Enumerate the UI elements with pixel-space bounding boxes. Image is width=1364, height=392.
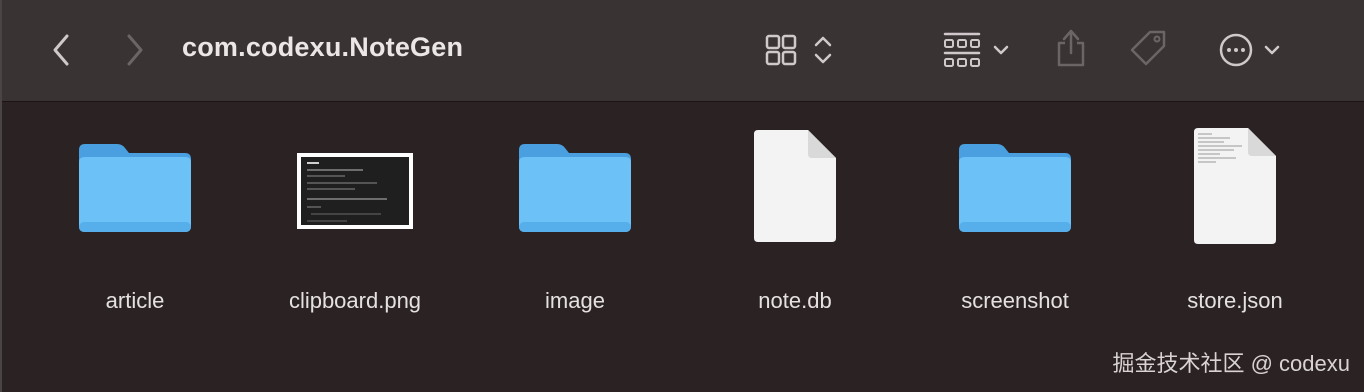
watermark: 掘金技术社区 @ codexu [1112, 351, 1351, 376]
tag-icon [1130, 30, 1166, 66]
toolbar: com.codexu.NoteGen [2, 0, 1364, 102]
back-button[interactable] [42, 30, 82, 70]
grid-view-icon [765, 34, 797, 66]
chevron-left-icon [53, 34, 69, 66]
text-document-icon [1194, 128, 1276, 244]
chevron-down-icon [1264, 45, 1280, 55]
file-name: clipboard.png [288, 288, 422, 313]
file-name: note.db [758, 288, 832, 313]
file-item-note-db[interactable]: note.db [695, 116, 895, 316]
file-item-clipboard[interactable]: clipboard.png [255, 116, 455, 316]
file-item-store-json[interactable]: store.json [1135, 116, 1335, 316]
group-by-button[interactable] [936, 26, 1016, 74]
more-icon [1219, 33, 1253, 67]
file-item-screenshot[interactable]: screenshot [915, 116, 1115, 316]
group-by-icon [943, 32, 981, 67]
image-thumbnail [297, 153, 413, 229]
window-title: com.codexu.NoteGen [182, 32, 464, 62]
share-icon [1057, 29, 1085, 67]
folder-icon [79, 144, 191, 232]
forward-button[interactable] [114, 30, 154, 70]
file-item-image[interactable]: image [475, 116, 675, 316]
file-name: image [545, 288, 605, 313]
view-mode-button[interactable] [754, 28, 844, 72]
finder-window: com.codexu.NoteGen article clipboard.png… [0, 0, 1364, 392]
more-button[interactable] [1212, 28, 1288, 72]
share-button[interactable] [1050, 26, 1092, 70]
chevron-right-icon [127, 34, 143, 66]
file-name: store.json [1187, 288, 1283, 313]
file-item-article[interactable]: article [35, 116, 235, 316]
chevron-updown-icon [814, 36, 832, 64]
chevron-down-icon [993, 45, 1009, 55]
document-icon [754, 130, 836, 242]
folder-icon [959, 144, 1071, 232]
file-name: article [105, 288, 165, 313]
tag-button[interactable] [1126, 26, 1172, 72]
file-name: screenshot [961, 288, 1069, 313]
folder-icon [519, 144, 631, 232]
